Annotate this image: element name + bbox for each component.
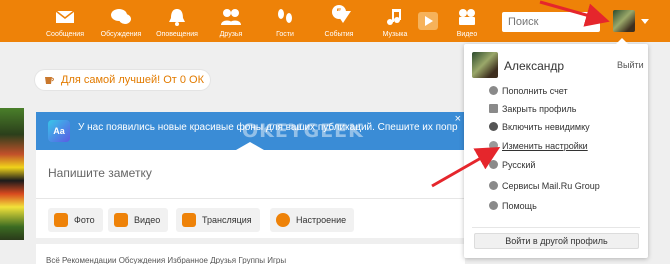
nav-friends-label: Друзья — [219, 31, 243, 38]
notification-pointer — [236, 142, 264, 150]
menu-item-label: Изменить настройки — [502, 141, 588, 151]
nav-notifications-label: Оповещения — [156, 31, 198, 38]
video-camera-icon — [459, 9, 475, 25]
video-button[interactable]: Видео — [108, 208, 169, 232]
nav-music[interactable]: Музыка — [383, 0, 407, 42]
menu-item-mailru-services[interactable]: Сервисы Mail.Ru Group — [489, 179, 600, 193]
footprints-icon — [278, 9, 292, 23]
nav-guests[interactable]: Гости — [274, 0, 296, 42]
search-dropdown-icon[interactable] — [588, 18, 596, 24]
menu-caret — [616, 38, 628, 44]
music-play-button[interactable] — [418, 12, 438, 30]
nav-guests-label: Гости — [276, 31, 294, 38]
coins-icon — [489, 86, 498, 95]
promo-banner[interactable]: Для самой лучшей! От 0 ОК — [35, 70, 210, 90]
close-icon[interactable]: × — [455, 113, 461, 125]
friends-icon — [221, 9, 241, 25]
broadcast-button[interactable]: Трансляция — [176, 208, 260, 232]
divider — [36, 198, 465, 199]
menu-item-label: Пополнить счет — [502, 86, 568, 96]
camera-icon — [54, 213, 68, 227]
nav-friends[interactable]: Друзья — [220, 0, 242, 42]
watermark-text: OKEYGEEK — [242, 120, 364, 142]
broadcast-button-label: Трансляция — [202, 215, 252, 225]
menu-item-invisible[interactable]: Включить невидимку — [489, 120, 590, 134]
mood-button[interactable]: Настроение — [270, 208, 355, 232]
video-button-label: Видео — [134, 215, 161, 225]
search-input[interactable] — [502, 12, 582, 32]
search-box[interactable] — [502, 12, 600, 32]
lock-icon — [489, 104, 498, 113]
nav-messages[interactable]: Сообщения — [46, 0, 84, 42]
menu-item-language[interactable]: Русский — [489, 158, 536, 172]
nav-messages-label: Сообщения — [46, 31, 84, 38]
envelope-icon — [55, 10, 75, 23]
video-icon — [114, 213, 128, 227]
divider — [472, 227, 640, 228]
backgrounds-feature-icon: Aa — [48, 120, 70, 142]
profile-avatar-button[interactable] — [613, 10, 635, 32]
gear-icon — [489, 141, 498, 150]
user-name[interactable]: Александр — [504, 59, 564, 73]
nav-discussions-label: Обсуждения — [100, 31, 142, 38]
photo-button-label: Фото — [74, 215, 95, 225]
music-note-icon — [387, 9, 401, 25]
switch-profile-button[interactable]: Войти в другой профиль — [474, 233, 639, 249]
nav-music-label: Музыка — [382, 31, 408, 38]
coffee-cup-icon — [45, 77, 54, 84]
profile-dropdown-menu: Александр Выйти Пополнить счет Закрыть п… — [464, 38, 648, 258]
nav-events-label: События — [324, 31, 354, 38]
hat-icon — [489, 122, 498, 131]
menu-item-label: Русский — [502, 160, 536, 170]
mood-button-label: Настроение — [296, 215, 347, 225]
feed-tabs-labels[interactable]: Всё Рекомендации Обсуждения Избранное Др… — [46, 256, 286, 264]
menu-item-settings[interactable]: Изменить настройки — [489, 139, 588, 153]
menu-item-label: Включить невидимку — [502, 122, 590, 132]
photo-button[interactable]: Фото — [48, 208, 103, 232]
nav-discussions[interactable]: Обсуждения — [101, 0, 141, 42]
question-icon — [489, 201, 498, 210]
grid-icon — [489, 181, 498, 190]
top-navigation-bar: Сообщения Обсуждения Оповещения Друзья Г… — [0, 0, 670, 42]
menu-item-label: Закрыть профиль — [502, 104, 577, 114]
events-icon — [335, 11, 352, 23]
menu-item-label: Сервисы Mail.Ru Group — [502, 181, 600, 191]
smiley-icon — [276, 213, 290, 227]
nav-events[interactable]: 5 События — [325, 0, 353, 42]
broadcast-icon — [182, 213, 196, 227]
profile-menu-caret-icon[interactable] — [641, 19, 649, 24]
globe-icon — [489, 160, 498, 169]
nav-notifications[interactable]: Оповещения — [156, 0, 198, 42]
nav-video-label: Видео — [456, 31, 478, 38]
feed-tabs: Всё Рекомендации Обсуждения Избранное Др… — [36, 244, 465, 264]
note-composer: Напишите заметку Фото Видео Трансляция Н… — [36, 150, 465, 238]
promo-text: Для самой лучшей! От 0 ОК — [61, 74, 205, 86]
logout-link[interactable]: Выйти — [617, 60, 644, 70]
menu-item-top-up[interactable]: Пополнить счет — [489, 84, 568, 98]
menu-item-label: Помощь — [502, 201, 537, 211]
avatar[interactable] — [472, 52, 498, 78]
note-input[interactable]: Напишите заметку — [48, 166, 152, 180]
nav-video[interactable]: Видео — [456, 0, 478, 42]
chat-bubbles-icon — [111, 9, 131, 24]
menu-item-help[interactable]: Помощь — [489, 199, 537, 213]
bell-icon — [169, 9, 185, 26]
menu-item-close-profile[interactable]: Закрыть профиль — [489, 102, 577, 116]
profile-cover-image — [0, 108, 24, 240]
play-icon — [425, 16, 433, 26]
